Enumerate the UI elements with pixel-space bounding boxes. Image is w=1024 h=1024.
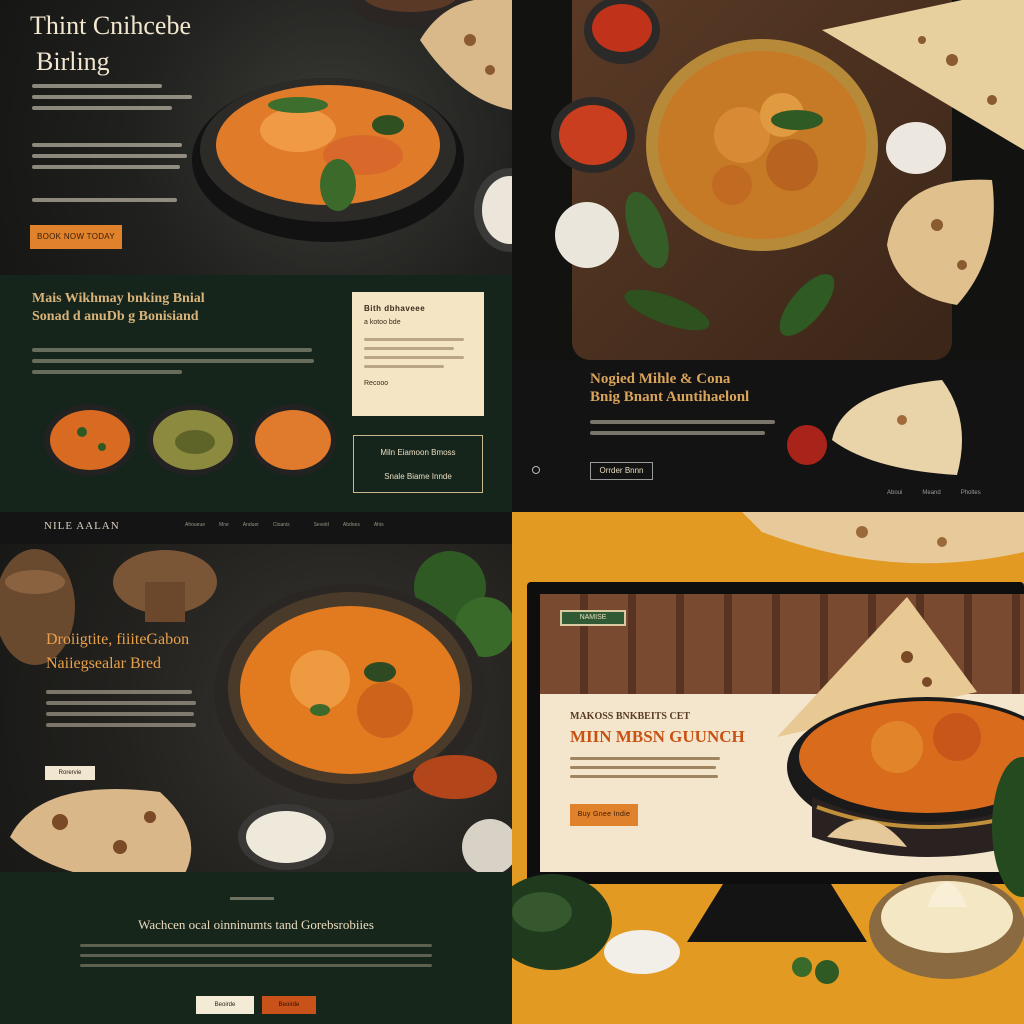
- rice-bowl-image: [474, 168, 512, 252]
- footer-link-photos[interactable]: Pholtes: [961, 490, 981, 496]
- primary-button[interactable]: Beoirde: [262, 996, 316, 1014]
- panel-dark-board: Nogied Mihle & Cona Bnig Bnant Auntihael…: [512, 0, 1024, 512]
- book-now-button[interactable]: BOOK NOW TODAY: [30, 225, 122, 249]
- panel2-text: [590, 420, 775, 435]
- nav-item-5[interactable]: Seveld: [314, 522, 329, 528]
- monitor-text: [570, 757, 720, 778]
- garlic-clove-image: [604, 930, 680, 974]
- nav-item-2[interactable]: Mne: [219, 522, 229, 528]
- nav-item-4[interactable]: Cloanis: [273, 522, 290, 528]
- naan-bread-image: [742, 512, 1024, 564]
- card-title: Bith dbhaveee: [364, 304, 426, 313]
- hero-text-block-2: [32, 143, 187, 169]
- hero-heading: Droiigtite, fiiiteGabon Naiiegsealar Bre…: [46, 631, 190, 672]
- dish-thumbnail-butter-chicken[interactable]: [42, 402, 138, 478]
- footer-link-about[interactable]: Aboui: [887, 490, 902, 496]
- monitor-heading: MAKOSS BNKBEITS CET MIIN MBSN GUUNCH: [570, 711, 745, 746]
- panel2-heading: Nogied Mihle & Cona Bnig Bnant Auntihael…: [590, 371, 750, 405]
- dish-thumbnail-palak[interactable]: [145, 402, 241, 478]
- main-nav: Ahoueue Mne Anduer Cloanis Seveld Abdoes…: [185, 522, 384, 528]
- nav-item-6[interactable]: Abdoes: [343, 522, 360, 528]
- card-subtitle: a kotoo bde: [364, 319, 401, 326]
- hero-text-block-3: [32, 198, 177, 202]
- garlic-image: [886, 122, 946, 174]
- nav-item-1[interactable]: Ahoueue: [185, 522, 205, 528]
- dish-thumbnail-korma[interactable]: [248, 402, 338, 478]
- radio-dot-icon[interactable]: [532, 466, 540, 474]
- chili-powder-image: [787, 425, 827, 465]
- panel-curry-landing: Thint Cnihcebe Birling BOOK NOW TODAY Ma…: [0, 0, 512, 512]
- brand-logo[interactable]: NILE AALAN: [44, 520, 120, 532]
- hero-title: Thint Cnihcebe Birling: [30, 11, 192, 76]
- featured-card[interactable]: Bith dbhaveee a kotoo bde Recooo: [352, 292, 484, 416]
- panel-monitor-mockup: NAMISE MAKOSS BNKBEITS CET MIIN MBSN GUU…: [512, 512, 1024, 1024]
- nav-item-3[interactable]: Anduer: [243, 522, 259, 528]
- hero-text: [46, 690, 196, 727]
- brand-tag[interactable]: NAMISE: [560, 610, 626, 626]
- outlined-info-box[interactable]: Miln Eiamoon Bmoss Snale Biame Innde: [353, 435, 483, 493]
- secondary-button[interactable]: Beoirde: [196, 996, 254, 1014]
- monitor-cta-button[interactable]: Buy Gnee Indie: [570, 804, 638, 826]
- bottom-text: [80, 944, 432, 967]
- footer-nav: Aboui Meand Pholtes: [887, 490, 981, 496]
- cilantro-image: [792, 957, 839, 984]
- naan-puffed-image: [887, 179, 994, 305]
- leaf-image: [779, 274, 835, 336]
- panel-restaurant-site: NILE AALAN Ahoueue Mne Anduer Cloanis Se…: [0, 512, 512, 1024]
- card-link[interactable]: Recooo: [364, 380, 472, 387]
- nav-item-7[interactable]: Ahis: [374, 522, 384, 528]
- monitor-stand: [687, 884, 867, 942]
- curry-naan-image: [777, 597, 1024, 857]
- footer-link-menu[interactable]: Meand: [922, 490, 940, 496]
- rice-plate-image: [238, 804, 334, 870]
- eyebrow-line: [230, 897, 274, 900]
- bottom-heading: Wachcen ocal oinninumts tand Gorebsrobii…: [138, 917, 374, 932]
- naan-plate-image: [832, 380, 962, 475]
- section-heading: Mais Wikhmay bnking Bnial Sonad d anuDb …: [32, 291, 205, 324]
- reserve-button[interactable]: Rorervie: [45, 766, 95, 780]
- chili-powder-image: [413, 755, 497, 799]
- clay-jar-image: [113, 550, 217, 622]
- curry-bowl-image: [192, 78, 464, 242]
- side-bowl-image: [462, 819, 512, 875]
- order-button[interactable]: Orrder Bnnn: [590, 462, 653, 480]
- section-text: [32, 348, 314, 374]
- naan-bread-image: [10, 789, 192, 883]
- hero-text-block-1: [32, 84, 192, 110]
- basil-leaves-image: [624, 191, 710, 331]
- raita-bowl-image: [869, 875, 1024, 979]
- sauce-bowl-image: [551, 97, 635, 173]
